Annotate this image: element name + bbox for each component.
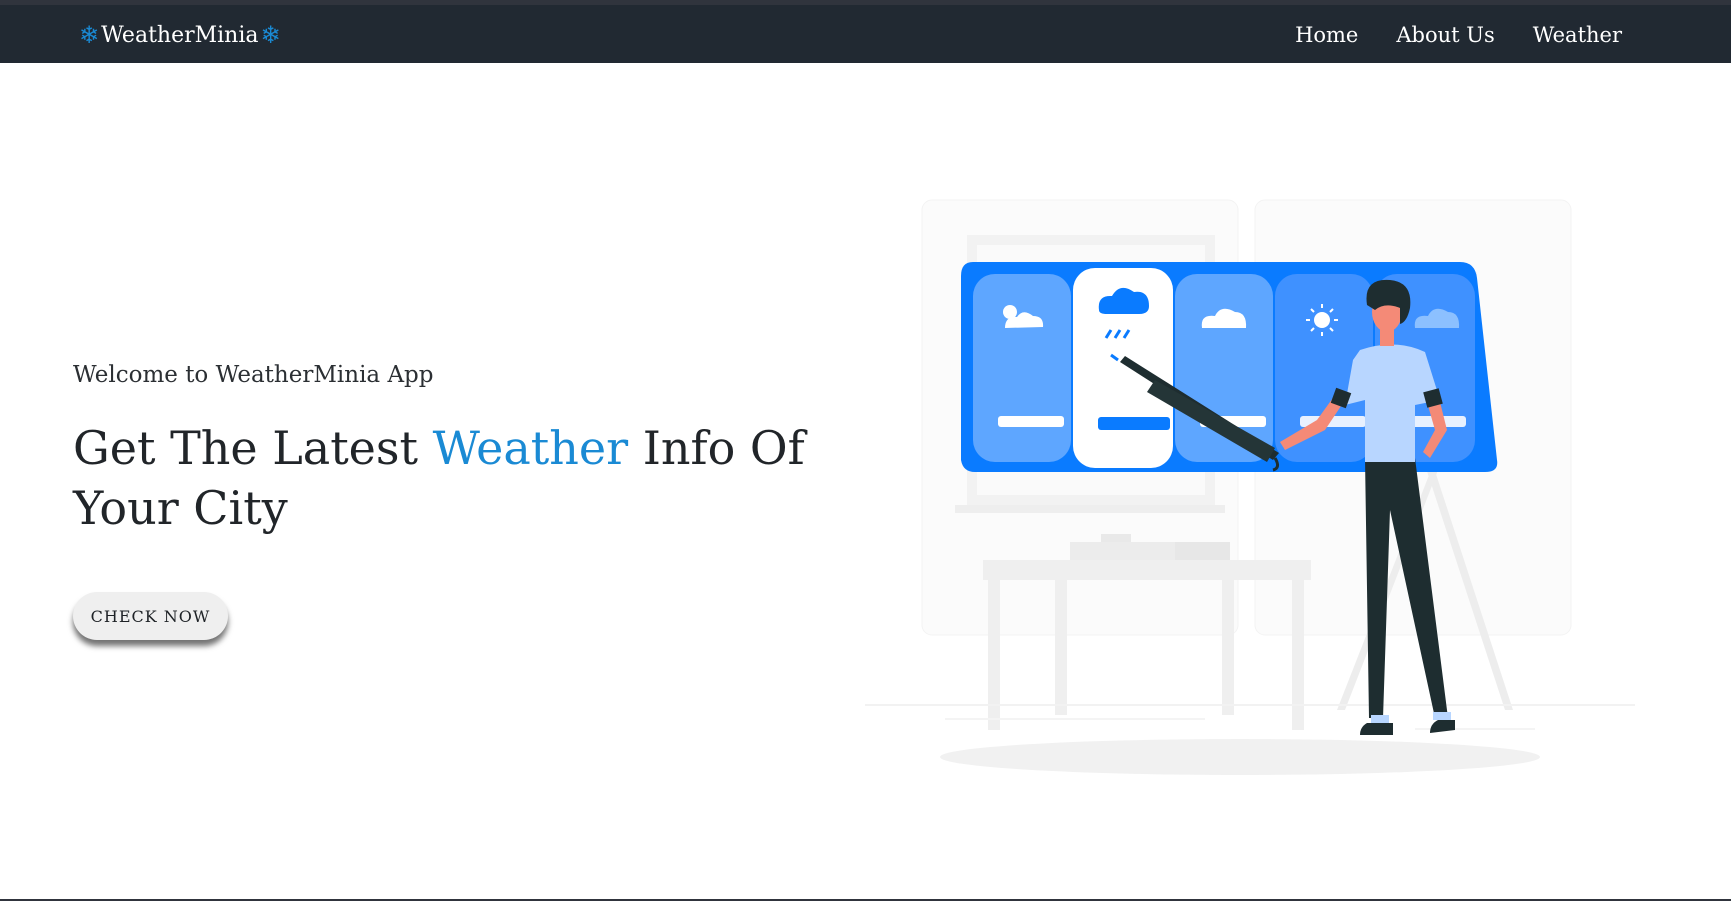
check-now-button[interactable]: CHECK NOW xyxy=(73,592,228,640)
headline-part: Get The Latest xyxy=(73,421,433,475)
headline-accent: Weather xyxy=(432,421,629,475)
snowflake-icon: ❄ xyxy=(260,21,281,49)
brand-name: WeatherMinia xyxy=(101,22,259,48)
nav-home[interactable]: Home xyxy=(1295,21,1358,50)
hero-illustration xyxy=(855,190,1645,790)
navbar: ❄ WeatherMinia ❄ Home About Us Weather xyxy=(0,5,1731,63)
nav-links: Home About Us Weather xyxy=(1295,21,1622,50)
hero-section: Welcome to WeatherMinia App Get The Late… xyxy=(73,362,873,538)
snowflake-icon: ❄ xyxy=(79,21,100,49)
nav-weather[interactable]: Weather xyxy=(1533,21,1622,50)
weather-board-illustration xyxy=(865,199,1635,775)
hero-headline: Get The Latest Weather Info Of Your City xyxy=(73,418,873,538)
brand-link[interactable]: ❄ WeatherMinia ❄ xyxy=(79,20,281,50)
nav-about-us[interactable]: About Us xyxy=(1396,21,1494,50)
welcome-text: Welcome to WeatherMinia App xyxy=(73,362,434,388)
